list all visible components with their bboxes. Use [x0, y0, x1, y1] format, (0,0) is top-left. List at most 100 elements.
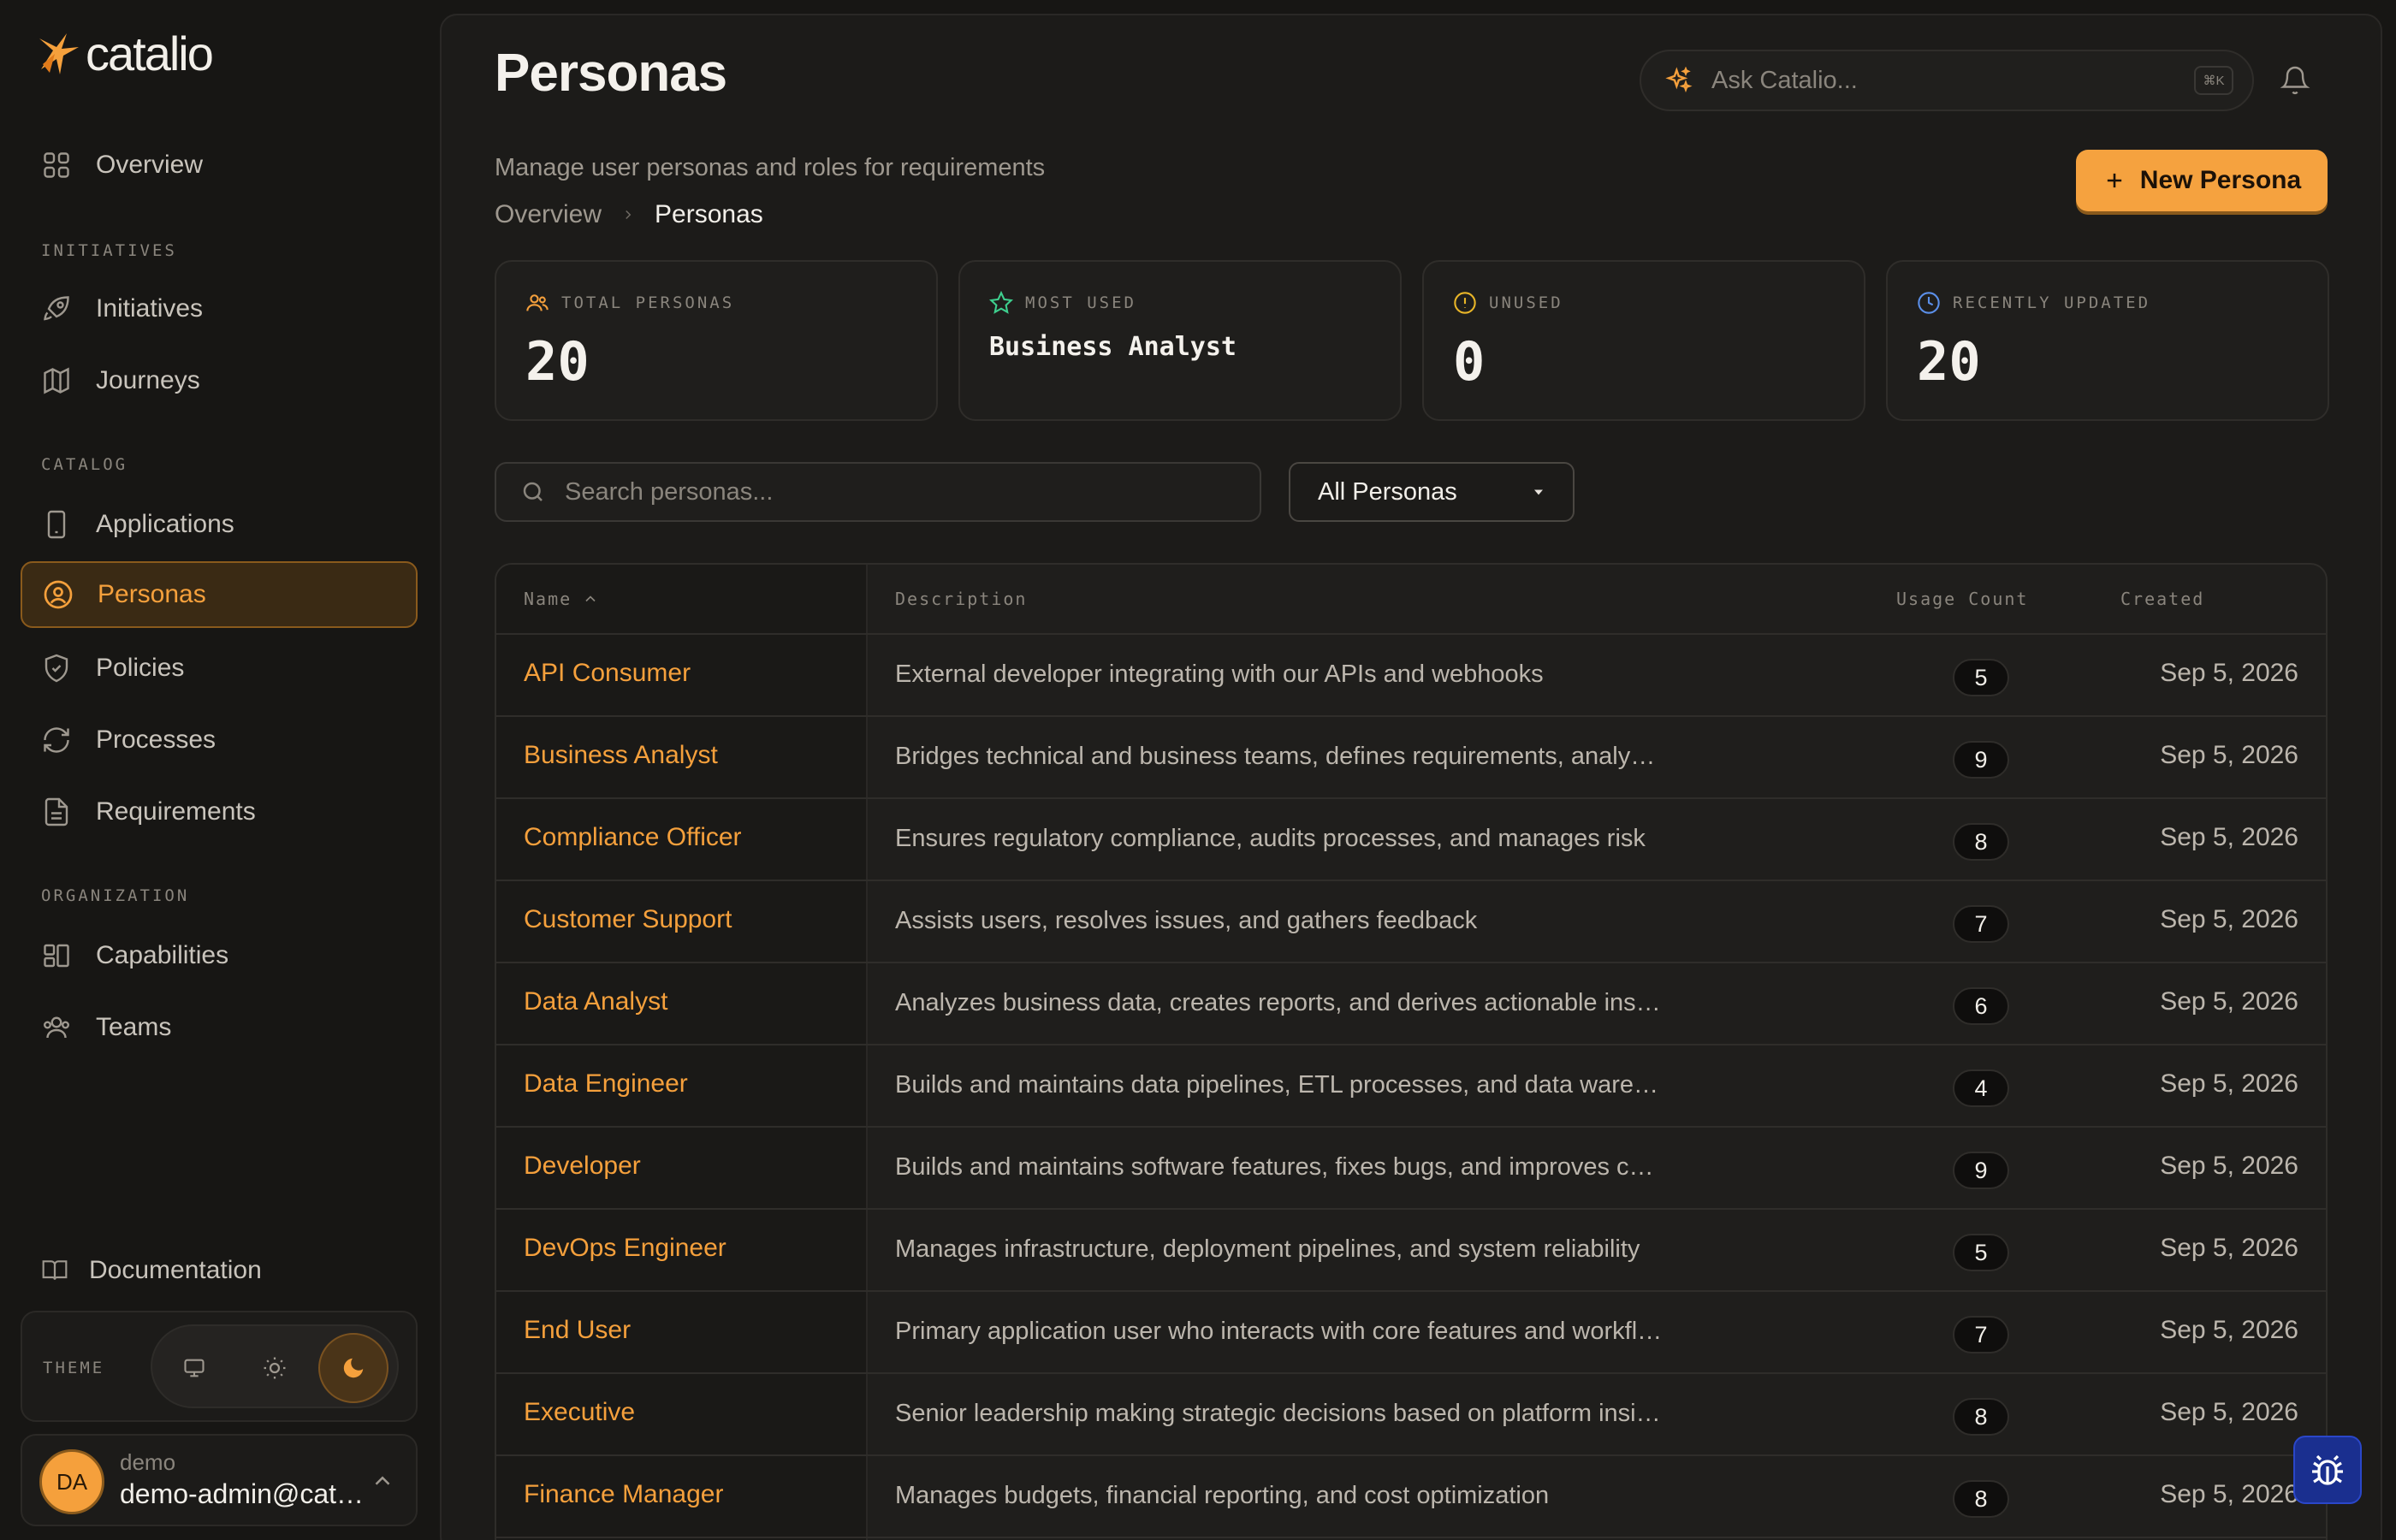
- stat-value: 0: [1453, 330, 1486, 393]
- bell-icon[interactable]: [2280, 65, 2310, 96]
- persona-description: Senior leadership making strategic decis…: [895, 1400, 1665, 1427]
- sidebar-item-personas[interactable]: Personas: [21, 561, 418, 628]
- sidebar-item-initiatives[interactable]: Initiatives: [21, 275, 418, 342]
- table-row[interactable]: Finance Manager Manages budgets, financia…: [496, 1456, 2326, 1538]
- theme-dark-button[interactable]: [318, 1333, 388, 1403]
- stat-label: TOTAL PERSONAS: [561, 293, 735, 312]
- created-date: Sep 5, 2026: [2160, 1480, 2298, 1508]
- new-persona-button[interactable]: New Persona: [2076, 150, 2328, 211]
- persona-name-link[interactable]: Finance Manager: [524, 1480, 723, 1509]
- breadcrumb: Overview Personas: [495, 200, 763, 229]
- persona-name-link[interactable]: API Consumer: [524, 659, 691, 688]
- table-row[interactable]: Compliance Officer Ensures regulatory com…: [496, 799, 2326, 881]
- alert-circle-icon: [1454, 292, 1476, 314]
- persona-name-link[interactable]: End User: [524, 1316, 631, 1345]
- persona-description: Manages infrastructure, deployment pipel…: [895, 1235, 1640, 1263]
- user-name: demo: [120, 1449, 176, 1475]
- persona-name-link[interactable]: Developer: [524, 1152, 641, 1181]
- sidebar-item-overview[interactable]: Overview: [21, 132, 418, 198]
- persona-name-link[interactable]: DevOps Engineer: [524, 1234, 727, 1263]
- column-header-description[interactable]: Description: [895, 589, 1027, 609]
- created-date: Sep 5, 2026: [2160, 823, 2298, 851]
- sidebar-item-capabilities[interactable]: Capabilities: [21, 922, 418, 989]
- persona-name-link[interactable]: Executive: [524, 1398, 635, 1427]
- sidebar-item-label: Initiatives: [96, 294, 204, 323]
- sidebar-item-label: Journeys: [96, 366, 200, 394]
- stat-card-total: TOTAL PERSONAS 20: [495, 260, 938, 421]
- sidebar-item-label: Processes: [96, 726, 216, 754]
- section-label-organization: ORGANIZATION: [41, 886, 190, 905]
- sidebar-item-label: Requirements: [96, 797, 256, 826]
- sidebar-item-teams[interactable]: Teams: [21, 994, 418, 1061]
- sun-icon: [264, 1357, 286, 1379]
- sidebar-item-label: Overview: [96, 151, 204, 179]
- table-row[interactable]: Customer Support Assists users, resolves …: [496, 881, 2326, 963]
- sidebar-item-label: Teams: [96, 1013, 172, 1041]
- usage-count-badge: 8: [1953, 823, 2009, 861]
- usage-count-badge: 9: [1953, 741, 2009, 779]
- clock-icon: [1918, 292, 1940, 314]
- column-header-created[interactable]: Created: [2120, 589, 2204, 609]
- persona-description: Bridges technical and business teams, de…: [895, 743, 1665, 770]
- ask-catalio-input[interactable]: Ask Catalio... ⌘K: [1640, 50, 2254, 111]
- persona-description: Primary application user who interacts w…: [895, 1318, 1665, 1345]
- persona-description: Builds and maintains data pipelines, ETL…: [895, 1071, 1665, 1099]
- sparkles-icon: [1665, 67, 1693, 93]
- brand-name: catalio: [86, 27, 214, 80]
- sidebar-item-journeys[interactable]: Journeys: [21, 347, 418, 414]
- table-row[interactable]: Data Engineer Builds and maintains data p…: [496, 1045, 2326, 1128]
- search-input[interactable]: [565, 477, 1260, 506]
- persona-name-link[interactable]: Customer Support: [524, 905, 732, 934]
- page-subtitle: Manage user personas and roles for requi…: [495, 154, 1046, 181]
- blocks-icon: [44, 944, 69, 968]
- table-row[interactable]: Data Analyst Analyzes business data, crea…: [496, 963, 2326, 1045]
- sidebar: catalio Overview INITIATIVES Initiatives…: [0, 0, 438, 1540]
- select-value: All Personas: [1318, 477, 1457, 506]
- document-icon: [44, 797, 68, 826]
- created-date: Sep 5, 2026: [2160, 1152, 2298, 1180]
- theme-selector: THEME: [21, 1311, 418, 1422]
- sort-asc-icon: [585, 595, 596, 602]
- sidebar-item-label: Personas: [98, 580, 206, 608]
- users-icon: [526, 294, 549, 311]
- theme-light-button[interactable]: [240, 1333, 310, 1403]
- breadcrumb-overview[interactable]: Overview: [495, 200, 602, 229]
- personas-table: Name Description Usage Count Created API…: [495, 563, 2328, 1540]
- persona-description: External developer integrating with our …: [895, 660, 1544, 688]
- documentation-link[interactable]: Documentation: [41, 1256, 262, 1285]
- user-email: demo-admin@catalio.com: [120, 1478, 368, 1509]
- main-panel: Personas Ask Catalio... ⌘K Manage user p…: [440, 14, 2382, 1540]
- table-row[interactable]: API Consumer External developer integrati…: [496, 635, 2326, 717]
- persona-description: Builds and maintains software features, …: [895, 1153, 1665, 1181]
- stat-label: MOST USED: [1025, 293, 1136, 312]
- table-row[interactable]: Developer Builds and maintains software f…: [496, 1128, 2326, 1210]
- book-icon: [42, 1260, 68, 1280]
- sidebar-item-applications[interactable]: Applications: [21, 491, 418, 558]
- persona-name-link[interactable]: Compliance Officer: [524, 823, 742, 852]
- stat-value: 20: [1917, 330, 1981, 393]
- sidebar-item-policies[interactable]: Policies: [21, 635, 418, 702]
- column-header-usage-count[interactable]: Usage Count: [1896, 589, 2028, 609]
- created-date: Sep 5, 2026: [2160, 987, 2298, 1016]
- persona-name-link[interactable]: Data Analyst: [524, 987, 667, 1016]
- persona-name-link[interactable]: Data Engineer: [524, 1069, 688, 1099]
- users-icon: [43, 1016, 69, 1039]
- persona-name-link[interactable]: Business Analyst: [524, 741, 718, 770]
- user-menu[interactable]: DA demo demo-admin@catalio.com: [21, 1434, 418, 1526]
- persona-filter-select[interactable]: All Personas: [1289, 462, 1575, 522]
- table-row[interactable]: Executive Senior leadership making strate…: [496, 1374, 2326, 1456]
- stat-card-most-used: MOST USED Business Analyst: [958, 260, 1402, 421]
- column-header-name[interactable]: Name: [524, 589, 599, 609]
- sidebar-item-requirements[interactable]: Requirements: [21, 779, 418, 845]
- sidebar-item-processes[interactable]: Processes: [21, 707, 418, 773]
- grid-icon: [44, 152, 69, 178]
- table-row[interactable]: End User Primary application user who int…: [496, 1292, 2326, 1374]
- table-row[interactable]: Business Analyst Bridges technical and bu…: [496, 717, 2326, 799]
- map-icon: [44, 367, 69, 394]
- table-row[interactable]: DevOps Engineer Manages infrastructure, d…: [496, 1210, 2326, 1292]
- catalio-logo[interactable]: catalio: [34, 26, 214, 81]
- refresh-icon: [44, 727, 69, 753]
- bug-report-button[interactable]: [2293, 1436, 2362, 1504]
- sidebar-item-label: Policies: [96, 654, 185, 682]
- theme-system-button[interactable]: [159, 1333, 229, 1403]
